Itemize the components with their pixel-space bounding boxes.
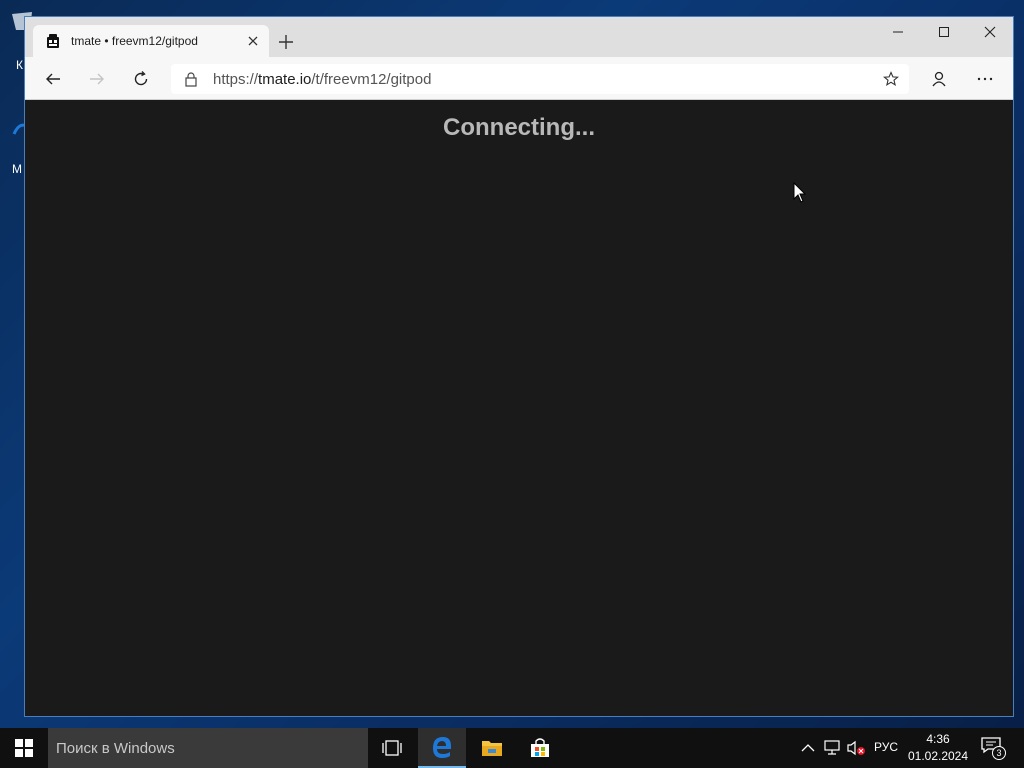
folder-icon: [482, 741, 502, 756]
forward-button[interactable]: [83, 65, 111, 93]
refresh-button[interactable]: [127, 65, 155, 93]
taskbar-store-button[interactable]: [516, 728, 564, 768]
arrow-left-icon: [46, 73, 60, 85]
chevron-up-icon: [801, 744, 815, 752]
store-icon: [531, 738, 549, 757]
page-content: Connecting...: [25, 100, 1013, 716]
volume-tray-button[interactable]: [846, 738, 866, 758]
show-hidden-icons-button[interactable]: [798, 738, 818, 758]
start-button[interactable]: [0, 728, 48, 768]
ellipsis-icon: [977, 77, 993, 81]
taskbar-edge-button[interactable]: [418, 728, 466, 768]
url-host: tmate.io: [258, 71, 312, 88]
tab-bar: tmate • freevm12/gitpod: [25, 17, 1013, 57]
close-icon: [984, 26, 996, 38]
clock-date: 01.02.2024: [907, 749, 969, 763]
url-scheme: https://: [213, 71, 259, 88]
taskbar: Поиск в Windows РУС 4:36 01.02.2024 3: [0, 728, 1024, 768]
profile-icon: [932, 71, 946, 87]
action-center-button[interactable]: 3: [980, 736, 1008, 760]
network-icon: [824, 740, 840, 755]
profile-button[interactable]: [925, 65, 953, 93]
back-button[interactable]: [39, 65, 67, 93]
browser-window: tmate • freevm12/gitpod https://tmate.io…: [24, 16, 1014, 717]
maximize-icon: [939, 27, 949, 37]
task-view-button[interactable]: [368, 728, 416, 768]
arrow-right-icon: [90, 73, 104, 85]
network-tray-button[interactable]: [822, 738, 842, 758]
minimize-button[interactable]: [875, 17, 921, 47]
windows-logo-icon: [15, 739, 33, 757]
taskbar-search-box[interactable]: Поиск в Windows: [48, 728, 368, 768]
minimize-icon: [893, 31, 903, 33]
clock-time: 4:36: [926, 732, 950, 746]
new-tab-icon[interactable]: [277, 33, 295, 51]
more-options-button[interactable]: [971, 65, 999, 93]
clock[interactable]: 4:36 01.02.2024: [906, 731, 970, 765]
refresh-icon: [134, 71, 148, 86]
close-window-button[interactable]: [967, 17, 1013, 47]
task-view-icon: [382, 740, 402, 756]
url-text: https://tmate.io/t/freevm12/gitpod: [213, 71, 431, 88]
volume-muted-icon: [847, 740, 865, 756]
lock-icon: [185, 72, 197, 87]
browser-toolbar: https://tmate.io/t/freevm12/gitpod: [25, 57, 1013, 100]
close-tab-icon[interactable]: [245, 33, 261, 49]
url-path: /t/freevm12/gitpod: [311, 71, 432, 88]
maximize-button[interactable]: [921, 17, 967, 47]
mouse-cursor-icon: [793, 182, 807, 203]
desktop-icon-label: К: [16, 58, 23, 72]
tmate-favicon-icon: [47, 34, 59, 48]
search-placeholder: Поиск в Windows: [56, 739, 175, 757]
notification-count-badge: 3: [992, 746, 1006, 760]
tab-title: tmate • freevm12/gitpod: [71, 34, 198, 48]
desktop-icon-label: M: [12, 162, 22, 176]
connecting-status: Connecting...: [443, 114, 595, 141]
browser-tab[interactable]: tmate • freevm12/gitpod: [33, 25, 269, 57]
language-indicator[interactable]: РУС: [874, 740, 898, 754]
address-bar[interactable]: https://tmate.io/t/freevm12/gitpod: [171, 64, 909, 94]
favorite-star-icon[interactable]: [883, 71, 899, 87]
edge-icon: [433, 737, 451, 758]
taskbar-file-explorer-button[interactable]: [468, 728, 516, 768]
